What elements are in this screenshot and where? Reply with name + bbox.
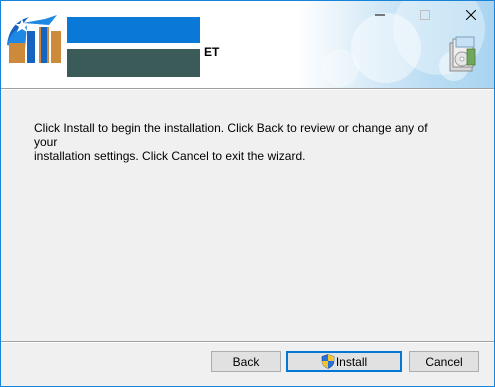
logo-blue-block	[67, 17, 200, 43]
close-icon	[466, 10, 476, 20]
minimize-button[interactable]	[357, 1, 403, 29]
maximize-button[interactable]	[402, 1, 448, 29]
message-line-1: Click Install to begin the installation.…	[34, 121, 428, 149]
banner-decoration	[321, 49, 359, 87]
logo-dark-block	[67, 49, 200, 77]
uac-shield-icon	[321, 354, 335, 369]
setup-package-icon	[449, 36, 476, 72]
install-button[interactable]: Install	[286, 351, 402, 372]
installer-window: ET Click Install to begin the installati…	[0, 0, 495, 387]
back-button-label: Back	[232, 354, 260, 369]
installer-logo-icon	[5, 13, 63, 65]
cancel-button[interactable]: Cancel	[409, 351, 479, 372]
cancel-button-label: Cancel	[425, 354, 463, 369]
maximize-icon	[420, 10, 430, 20]
back-button[interactable]: Back	[211, 351, 281, 372]
close-button[interactable]	[448, 1, 494, 29]
banner: ET	[1, 1, 494, 88]
minimize-icon	[375, 14, 385, 16]
message-line-2: installation settings. Click Cancel to e…	[34, 149, 306, 163]
banner-divider-highlight	[1, 89, 494, 90]
banner-title: ET	[204, 45, 220, 59]
footer-divider-highlight	[1, 342, 494, 343]
install-button-label: Install	[335, 354, 368, 369]
install-message: Click Install to begin the installation.…	[34, 121, 454, 163]
